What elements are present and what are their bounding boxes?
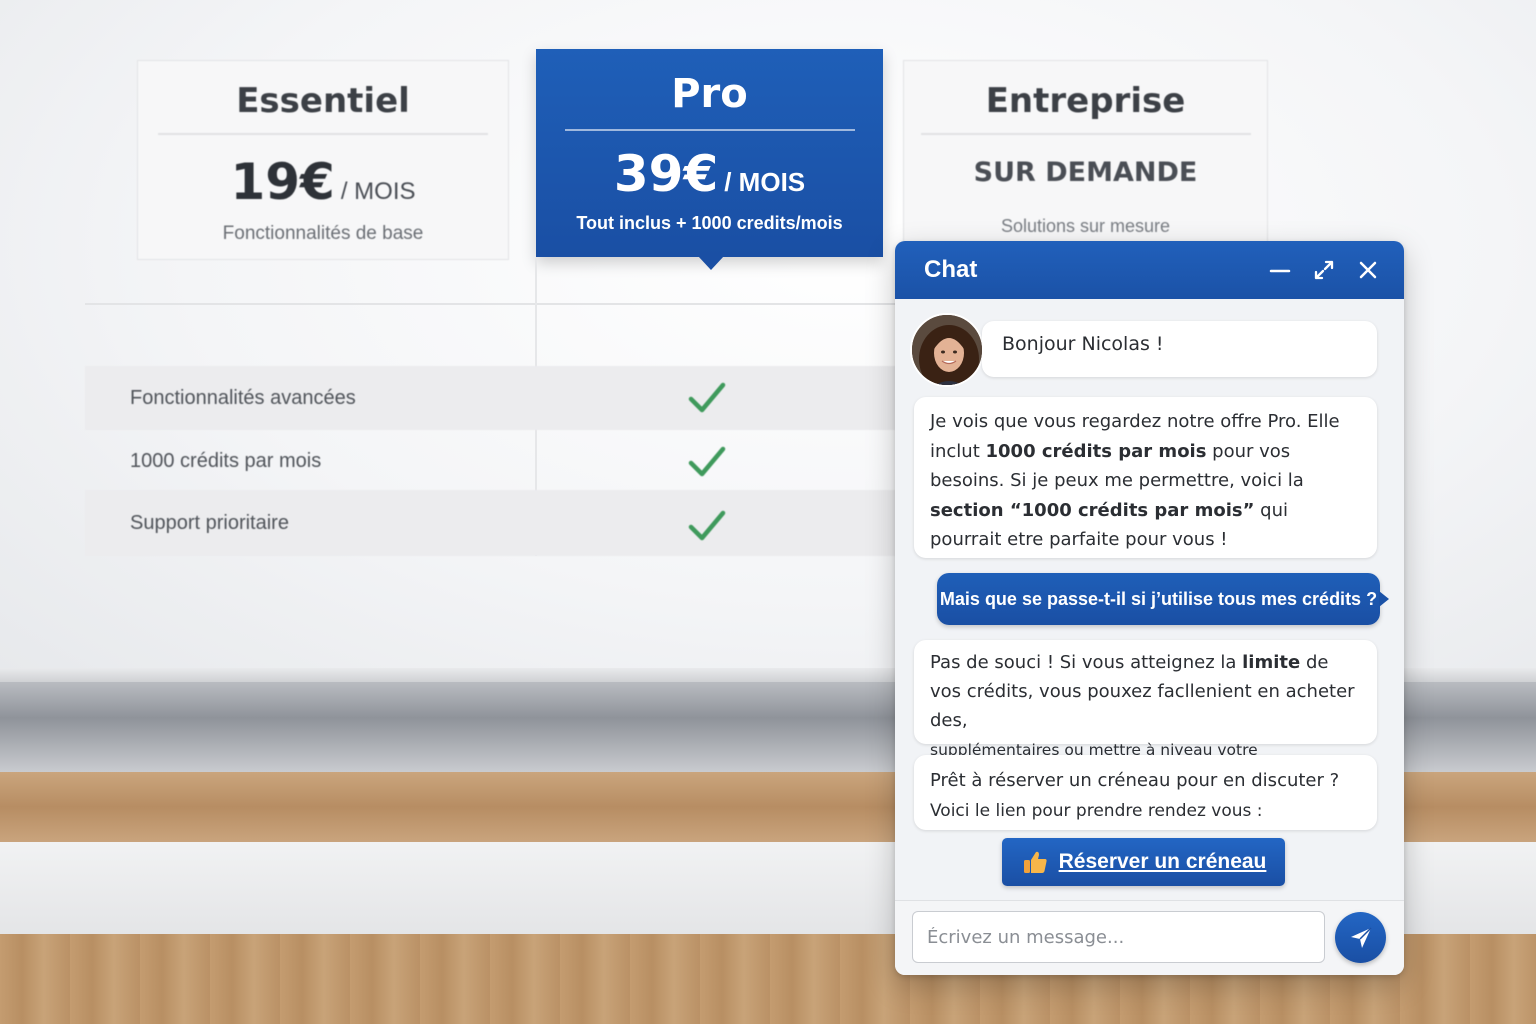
- section-link[interactable]: section “1000 crédits par mois”: [930, 500, 1254, 521]
- plan-price: 39€ / MOIS: [536, 145, 883, 203]
- message-greeting: Bonjour Nicolas !: [982, 321, 1377, 377]
- book-slot-button[interactable]: Réserver un créneau: [1002, 838, 1285, 886]
- plan-price: 19€ / MOIS: [138, 153, 508, 211]
- expand-icon: [1314, 260, 1334, 280]
- minimize-icon: [1269, 269, 1291, 273]
- price-unit: / MOIS: [724, 167, 806, 197]
- expand-button[interactable]: [1302, 248, 1346, 292]
- plan-card-essentiel[interactable]: Essentiel 19€ / MOIS Fonctionnalités de …: [137, 60, 509, 260]
- plan-name: Pro: [671, 71, 748, 117]
- close-icon: [1359, 261, 1377, 279]
- plan-description: Solutions sur mesure: [1000, 216, 1171, 236]
- chat-widget: Chat Bonjour Nicolas ! Je vois que vous …: [895, 241, 1404, 975]
- price-amount: 19€: [230, 153, 335, 211]
- plan-name: Essentiel: [236, 81, 410, 121]
- table-divider: [85, 303, 900, 305]
- plan-name: Entreprise: [985, 81, 1186, 121]
- chat-header-controls: [1258, 248, 1390, 292]
- message-booking: Prêt à réserver un créneau pour en discu…: [914, 755, 1377, 830]
- agent-portrait: [912, 315, 982, 385]
- plan-divider: [920, 133, 1251, 135]
- message-answer: Pas de souci ! Si vous atteignez la limi…: [914, 640, 1377, 789]
- message-bold-text: limite: [1242, 652, 1301, 673]
- plan-card-entreprise[interactable]: Entreprise SUR DEMANDE Solutions sur mes…: [903, 60, 1268, 260]
- price-unit: / MOIS: [340, 178, 416, 205]
- thumbs-up-icon: [1023, 851, 1047, 873]
- message-bold-text: 1000 crédits par mois: [985, 440, 1207, 462]
- feature-label: Support prioritaire: [130, 511, 289, 534]
- message-user-question: Mais que se passe-t-il si j’utilise tous…: [937, 573, 1389, 625]
- message-intro: Je vois que vous regardez notre offre Pr…: [914, 397, 1377, 558]
- message-text: Prêt à réserver un créneau pour en discu…: [930, 770, 1340, 791]
- send-button[interactable]: [1335, 912, 1386, 963]
- chat-title: Chat: [924, 256, 978, 283]
- price-amount: 39€: [613, 145, 719, 203]
- agent-avatar: [910, 313, 984, 387]
- feature-label: 1000 crédits par mois: [130, 449, 322, 472]
- chat-header: Chat: [895, 241, 1404, 299]
- plan-description: Tout inclus + 1000 credits/mois: [576, 213, 843, 233]
- send-icon: [1350, 926, 1372, 948]
- chat-footer: [895, 900, 1404, 975]
- checkmark-icon: [688, 510, 726, 541]
- minimize-button[interactable]: [1258, 248, 1302, 292]
- plan-price-on-request: SUR DEMANDE: [973, 157, 1198, 188]
- plan-card-pro[interactable]: Pro 39€ / MOIS Tout inclus + 1000 credit…: [536, 49, 883, 270]
- checkmark-icon: [688, 446, 726, 477]
- book-slot-label: Réserver un créneau: [1058, 850, 1267, 873]
- message-input[interactable]: [912, 911, 1325, 963]
- message-text: Voici le lien pour prendre rendez vous :: [930, 801, 1263, 821]
- feature-row: Fonctionnalités avancées: [85, 366, 900, 430]
- plan-divider: [158, 133, 488, 135]
- close-button[interactable]: [1346, 248, 1390, 292]
- feature-row: 1000 crédits par mois: [85, 432, 900, 490]
- feature-label: Fonctionnalités avancées: [130, 386, 356, 409]
- checkmark-icon: [688, 382, 726, 413]
- feature-row: Support prioritaire: [85, 490, 900, 556]
- plan-divider: [564, 129, 855, 131]
- plan-description: Fonctionnalités de base: [222, 223, 424, 244]
- message-text: Pas de souci ! Si vous atteignez la: [930, 652, 1243, 673]
